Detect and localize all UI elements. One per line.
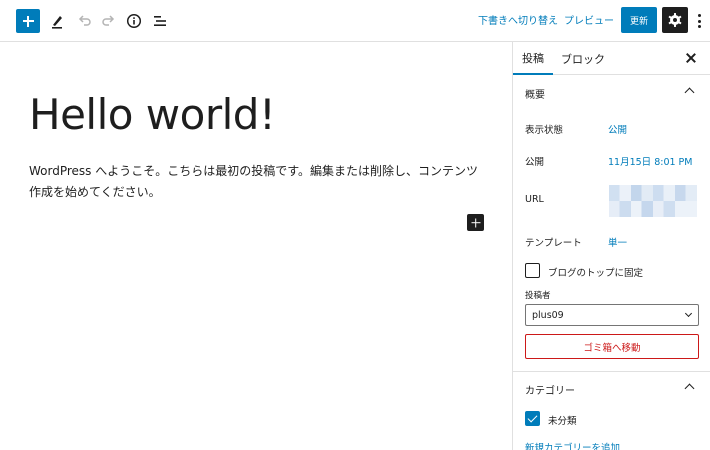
redo-button[interactable]	[97, 9, 121, 33]
info-icon	[126, 13, 142, 29]
author-select-value: plus09	[532, 309, 564, 321]
sidebar-tabs: 投稿 ブロック	[513, 42, 710, 75]
sticky-checkbox[interactable]	[525, 263, 540, 278]
post-title[interactable]: Hello world!	[29, 90, 276, 139]
category-panel-title: カテゴリー	[525, 385, 575, 397]
more-vertical-icon	[697, 14, 701, 17]
url-label: URL	[525, 194, 544, 205]
template-value[interactable]: 単一	[608, 235, 627, 249]
sticky-label: ブログのトップに固定	[548, 268, 644, 279]
category-panel-toggle[interactable]: カテゴリー	[513, 372, 710, 406]
visibility-value[interactable]: 公開	[608, 122, 627, 136]
paragraph-block[interactable]: WordPress へようこそ。こちらは最初の投稿です。編集または削除し、コンテ…	[29, 161, 489, 203]
details-button[interactable]	[122, 9, 146, 33]
chevron-up-icon	[684, 87, 695, 98]
url-value-blurred[interactable]	[609, 185, 697, 217]
category-checkbox-uncategorized[interactable]	[525, 411, 540, 426]
gear-icon	[668, 13, 682, 27]
author-select[interactable]: plus09	[525, 304, 699, 326]
editor-canvas: Hello world! WordPress へようこそ。こちらは最初の投稿です…	[0, 42, 512, 450]
tab-post[interactable]: 投稿	[513, 42, 553, 75]
list-view-button[interactable]	[148, 9, 172, 33]
add-block-button[interactable]	[16, 9, 40, 33]
publish-date-value[interactable]: 11月15日 8:01 PM	[608, 154, 692, 168]
add-new-category-link[interactable]: 新規カテゴリーを追加	[525, 440, 620, 450]
chevron-down-icon	[684, 309, 693, 318]
close-icon[interactable]	[685, 52, 697, 64]
tab-block[interactable]: ブロック	[561, 42, 605, 75]
update-button[interactable]: 更新	[621, 7, 657, 33]
move-to-trash-button[interactable]: ゴミ箱へ移動	[525, 334, 699, 359]
list-view-icon	[154, 16, 166, 26]
inline-inserter-button[interactable]	[467, 214, 484, 231]
settings-button[interactable]	[662, 7, 688, 33]
visibility-label: 表示状態	[525, 125, 564, 136]
author-label: 投稿者	[525, 291, 551, 301]
summary-panel-title: 概要	[525, 89, 545, 101]
pen-icon	[52, 16, 62, 29]
undo-icon	[78, 15, 91, 26]
undo-button[interactable]	[72, 9, 96, 33]
switch-to-draft-button[interactable]: 下書きへ切り替え	[478, 12, 558, 27]
summary-panel-toggle[interactable]: 概要	[513, 76, 710, 110]
editor-toolbar: 下書きへ切り替え プレビュー 更新	[0, 0, 710, 42]
template-label: テンプレート	[525, 238, 582, 249]
preview-button[interactable]: プレビュー	[564, 12, 614, 27]
redo-icon	[102, 15, 115, 26]
publish-label: 公開	[525, 157, 545, 168]
settings-sidebar: 投稿 ブロック 概要 表示状態 公開 公開 11月15日 8:01 PM URL…	[512, 42, 710, 450]
more-options-button[interactable]	[694, 11, 704, 31]
category-label-uncategorized: 未分類	[548, 416, 577, 427]
chevron-up-icon	[684, 383, 695, 394]
tools-button[interactable]	[45, 9, 69, 33]
